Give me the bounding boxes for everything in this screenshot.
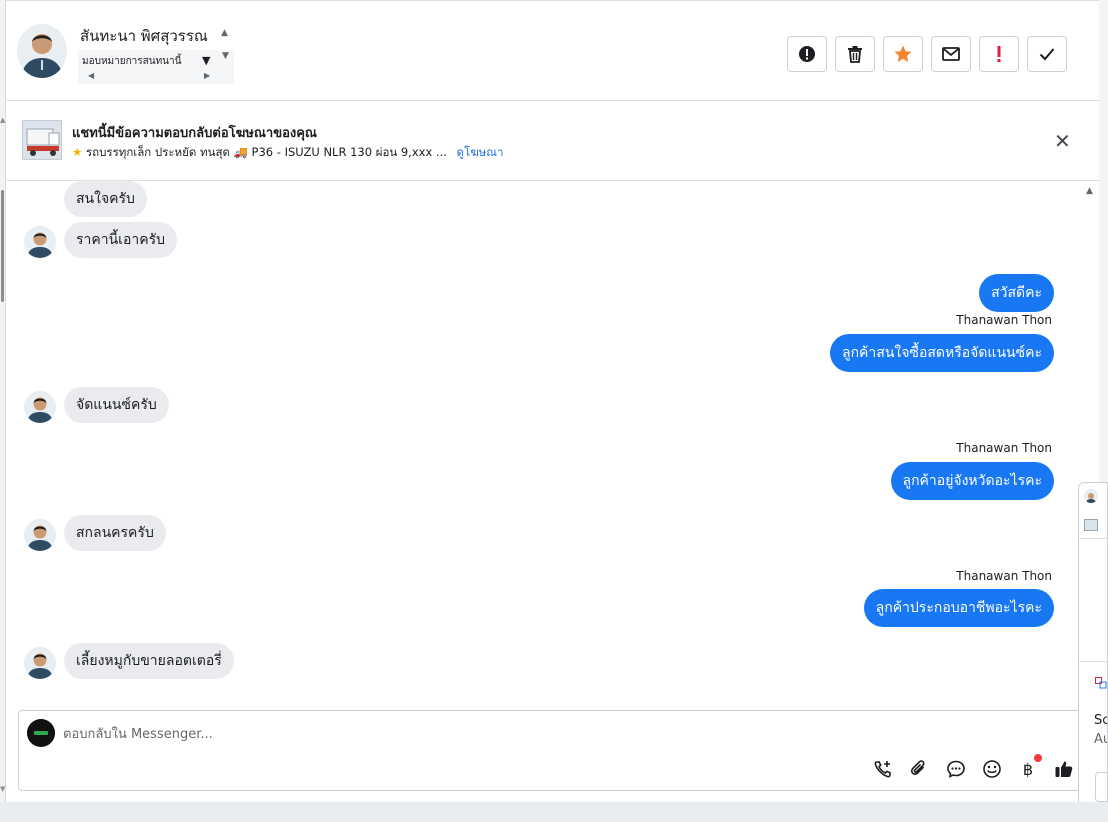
emoji-button[interactable] [981,758,1003,780]
side-popup-panel[interactable]: Sc Au [1078,482,1108,820]
divider [1079,661,1107,662]
delete-button[interactable] [835,36,875,72]
ad-subtitle: รถบรรทุกเล็ก ประหยัด ทนสุด 🚚 P36 - ISUZU… [85,145,447,159]
view-ad-link[interactable]: ดูโฆษณา [457,145,504,159]
exclamation-circle-icon [799,46,815,62]
contact-name[interactable]: สันทะนา พิศสุวรรณ [80,24,208,48]
ad-subtitle-row: ★ รถบรรทุกเล็ก ประหยัด ทนสุด 🚚 P36 - ISU… [72,144,503,162]
attachment-icon [910,760,925,775]
contact-avatar-mini [1084,489,1098,503]
scroll-up-arrow-icon[interactable]: ▲ [1086,186,1093,196]
envelope-icon [942,47,960,61]
incoming-message: ราคานี้เอาครับ [64,222,178,258]
caret-down-icon: ▼ [202,54,211,67]
message-bubble[interactable]: ลูกค้าอยู่จังหวัดอะไรคะ [890,462,1054,500]
right-edge-strip [1099,0,1108,482]
star-icon [894,45,912,62]
ad-reply-banner: แชทนี้มีข้อความตอบกลับต่อโฆษณาของคุณ ★ ร… [6,101,1099,181]
divider [1079,538,1107,539]
outgoing-message: ลูกค้าประกอบอาชีพอะไรคะ [863,589,1054,627]
name-scroll-down-icon[interactable]: ▼ [222,51,229,61]
sender-name: Thanawan Thon [956,441,1052,455]
thumbs-up-icon [1055,761,1073,777]
message-bubble[interactable]: จัดแนนซ์ครับ [64,387,169,423]
saved-reply-icon [947,760,965,778]
contact-avatar[interactable] [17,24,67,78]
saved-reply-button[interactable] [945,758,967,780]
report-button[interactable] [787,36,827,72]
trash-icon [848,46,862,63]
assign-conversation-dropdown[interactable]: มอบหมายการสนทนานี้ ▼ ◀ ▶ [78,50,234,84]
ad-thumbnail-mini [1084,519,1098,531]
reply-input[interactable] [63,721,963,747]
bottom-strip [0,802,1108,822]
scroll-down-arrow-icon[interactable]: ▼ [0,785,5,793]
page-avatar[interactable] [27,719,55,747]
sender-name: Thanawan Thon [956,313,1052,327]
baht-payment-icon: ฿ [1022,759,1034,779]
attachment-button[interactable] [908,758,930,780]
message-list[interactable]: ▲ สนใจครับ ราคานี้เอาครับ สวัสดีคะ Thana… [6,181,1099,706]
add-call-icon [874,761,891,778]
assign-label: มอบหมายการสนทนานี้ [82,56,182,67]
conversation-header: สันทะนา พิศสุวรรณ ▲ มอบหมายการสนทนานี้ ▼… [6,6,1099,101]
outgoing-message: ลูกค้าสนใจซื้อสดหรือจัดแนนซ์คะ [830,334,1054,372]
thumbs-up-button[interactable] [1053,758,1075,780]
scroll-left-icon[interactable]: ◀ [88,71,94,80]
outgoing-message: ลูกค้าอยู่จังหวัดอะไรคะ [890,462,1054,500]
message-bubble[interactable]: ลูกค้าสนใจซื้อสดหรือจัดแนนซ์คะ [830,334,1054,372]
contact-avatar-small[interactable] [24,647,56,679]
popup-button[interactable] [1095,772,1107,802]
add-call-button[interactable] [872,758,894,780]
close-icon[interactable]: ✕ [1054,129,1071,153]
exclamation-icon [997,46,1001,62]
follow-up-button[interactable] [979,36,1019,72]
ad-thumbnail[interactable] [22,120,62,160]
message-bubble[interactable]: เลี้ยงหมูกับขายลอตเตอรี่ [64,643,234,679]
reply-composer: ฿ [18,710,1090,791]
mark-unread-button[interactable] [931,36,971,72]
message-bubble[interactable]: สนใจครับ [64,181,147,217]
app-logo-icon [1095,677,1107,689]
message-bubble[interactable]: สวัสดีคะ [979,274,1054,312]
scrollbar-thumb[interactable] [1,190,4,302]
star-button[interactable] [883,36,923,72]
contact-avatar-small[interactable] [24,226,56,258]
popup-text-line2: Au [1094,732,1107,747]
popup-text-line1: Sc [1094,713,1108,728]
sender-name: Thanawan Thon [956,569,1052,583]
incoming-message: จัดแนนซ์ครับ [64,387,169,423]
notification-dot [1034,754,1042,762]
conversation-panel: สันทะนา พิศสุวรรณ ▲ มอบหมายการสนทนานี้ ▼… [6,0,1099,802]
scroll-up-arrow-icon[interactable]: ▲ [0,116,5,124]
star-icon: ★ [72,145,83,159]
message-bubble[interactable]: ราคานี้เอาครับ [64,222,178,258]
name-scroll-up-icon[interactable]: ▲ [221,28,228,38]
contact-avatar-small[interactable] [24,391,56,423]
message-bubble[interactable]: ลูกค้าประกอบอาชีพอะไรคะ [863,589,1054,627]
incoming-message: สนใจครับ [64,181,147,217]
scroll-right-icon[interactable]: ▶ [204,71,210,80]
mark-done-button[interactable] [1027,36,1067,72]
emoji-icon [983,760,1001,778]
checkmark-icon [1039,48,1055,61]
contact-avatar-small[interactable] [24,519,56,551]
ad-title: แชทนี้มีข้อความตอบกลับต่อโฆษณาของคุณ [72,126,317,141]
payment-button[interactable]: ฿ [1017,754,1042,780]
incoming-message: เลี้ยงหมูกับขายลอตเตอรี่ [64,643,234,679]
outgoing-message: สวัสดีคะ [979,274,1054,312]
message-bubble[interactable]: สกลนครครับ [64,515,166,551]
incoming-message: สกลนครครับ [64,515,166,551]
